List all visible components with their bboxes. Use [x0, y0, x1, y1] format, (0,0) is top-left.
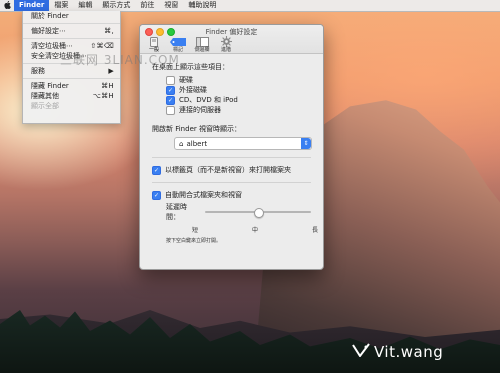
- menu-separator: [23, 23, 120, 24]
- menu-separator: [23, 78, 120, 79]
- checkbox-cd-dvd-ipod[interactable]: ✓ CD、DVD 和 iPod: [166, 95, 311, 105]
- menu-item-hide-finder[interactable]: 隱藏 Finder ⌘H: [23, 81, 120, 91]
- general-pane: 在桌面上顯示這些項目： 硬碟 ✓ 外接磁碟 ✓ CD、DVD 和 iPod 連接…: [140, 54, 323, 250]
- menu-item-hide-others[interactable]: 隱藏其他 ⌥⌘H: [23, 91, 120, 101]
- tab-sidebar[interactable]: 側邊欄: [191, 36, 213, 53]
- checkbox-hard-disks[interactable]: 硬碟: [166, 75, 311, 85]
- checkmark-icon: ✓: [152, 165, 161, 175]
- menu-file[interactable]: 檔案: [49, 0, 73, 11]
- checkbox-connected-servers[interactable]: 連接的伺服器: [166, 105, 311, 115]
- logo-text: Vit.wang: [374, 342, 444, 361]
- apple-menu-icon[interactable]: [0, 0, 14, 11]
- spacebar-hint: 按下空白鍵來立即打開。: [166, 238, 222, 244]
- new-window-heading: 開啟新 Finder 視窗時顯示：: [152, 125, 241, 133]
- slider-knob[interactable]: [254, 208, 265, 218]
- logo-mark-icon: [352, 342, 370, 361]
- delay-label: 延遲時間：: [166, 203, 187, 221]
- delay-slider-group: 延遲時間： 短 中 長 按下空白鍵來立即打開。: [166, 202, 318, 244]
- menu-item-show-all: 顯示全部: [31, 102, 59, 110]
- general-switch-icon: [150, 36, 158, 47]
- delay-slider[interactable]: [205, 208, 311, 218]
- menu-item-empty-trash[interactable]: 清空垃圾桶⋯ ⇧⌘⌫: [23, 41, 120, 51]
- checkmark-icon: ✓: [166, 95, 175, 105]
- site-watermark: 三联网 3LIAN.COM: [60, 53, 180, 67]
- tab-advanced[interactable]: 進階: [215, 36, 237, 53]
- tick-medium: 中: [251, 227, 258, 234]
- menu-view[interactable]: 顯示方式: [97, 0, 135, 11]
- menu-item-preferences[interactable]: 偏好設定⋯ ⌘,: [23, 26, 120, 36]
- author-logo: Vit.wang: [352, 342, 443, 361]
- sidebar-icon: [195, 36, 209, 47]
- menu-window[interactable]: 視窗: [159, 0, 183, 11]
- tick-short: 短: [192, 227, 199, 234]
- new-window-popup[interactable]: ⌂ albert ⇕: [174, 137, 312, 150]
- checkmark-icon: ✓: [166, 85, 175, 95]
- checkmark-icon: ✓: [152, 190, 161, 200]
- popup-arrows-icon: ⇕: [301, 138, 311, 149]
- menu-go[interactable]: 前往: [135, 0, 159, 11]
- menu-help[interactable]: 輔助說明: [183, 0, 221, 11]
- slider-ticks: 短 中 長: [166, 225, 318, 234]
- separator: [152, 157, 311, 158]
- checkbox-open-folders-in-tabs[interactable]: ✓ 以標籤頁（而不是新視窗）來打開檔案夾: [152, 165, 311, 175]
- menu-item-about-finder[interactable]: 關於 Finder: [23, 11, 120, 21]
- checkbox-spring-loaded-folders[interactable]: ✓ 自動開合式檔案夾和視窗: [152, 190, 311, 200]
- menu-finder[interactable]: Finder: [14, 0, 50, 11]
- tick-long: 長: [311, 227, 318, 234]
- menu-edit[interactable]: 編輯: [73, 0, 97, 11]
- separator: [152, 182, 311, 183]
- checkbox-box: [166, 105, 175, 115]
- menu-separator: [23, 38, 120, 39]
- checkbox-box: [166, 75, 175, 85]
- checkbox-external-disks[interactable]: ✓ 外接磁碟: [166, 85, 311, 95]
- window-titlebar: Finder 偏好設定 一般 標記 側邊欄 進階: [140, 25, 323, 54]
- home-icon: ⌂: [179, 139, 184, 148]
- tags-icon: [170, 36, 186, 47]
- gear-icon: [220, 36, 232, 47]
